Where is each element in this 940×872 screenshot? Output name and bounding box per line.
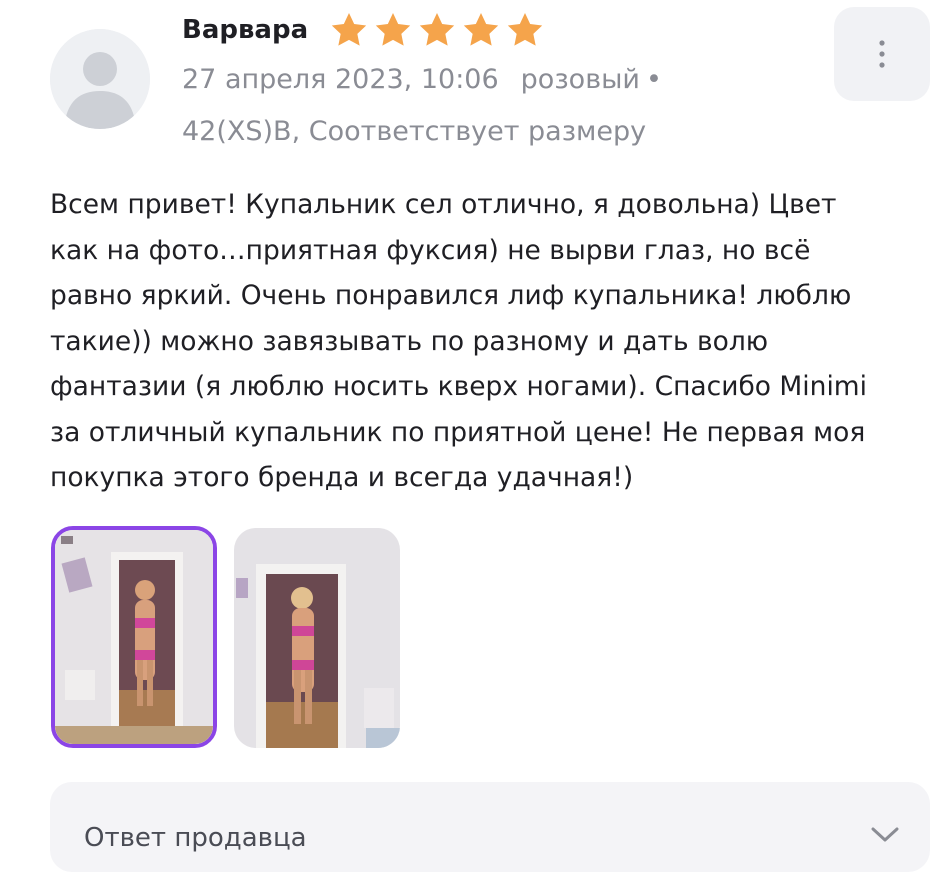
product-color: розовый — [520, 64, 640, 95]
more-vertical-icon — [879, 40, 885, 68]
seller-answer-panel[interactable]: Ответ продавца — [50, 782, 930, 872]
review-text-line: как на фото…приятная фуксия) не вырви гл… — [50, 234, 811, 266]
review-author: Варвара — [182, 15, 309, 45]
review-text-line: покупка этого бренда и всегда удачная!) — [50, 462, 634, 493]
review-meta: 27 апреля 2023, 10:06 розовый • — [182, 62, 662, 98]
review-photo[interactable] — [234, 528, 400, 748]
star-icon — [331, 13, 367, 46]
chevron-down-icon — [871, 827, 899, 842]
review-text: Всем привет! Купальник сел отлично, я до… — [50, 182, 930, 501]
mirror-selfie-photo — [55, 530, 213, 744]
separator-dot: • — [645, 64, 662, 95]
mirror-selfie-photo — [234, 528, 400, 748]
star-icon — [375, 13, 411, 46]
star-icon — [507, 13, 543, 46]
review-text-line: равно яркий. Очень понравился лиф купаль… — [50, 280, 852, 311]
rating-stars — [328, 10, 546, 50]
user-placeholder-icon — [50, 29, 150, 129]
review-text-line: такие)) можно завязывать по разному и да… — [50, 325, 769, 357]
product-size: 42(XS)B, Соответствует размеру — [182, 116, 647, 147]
review-date: 27 апреля 2023, 10:06 — [182, 64, 499, 95]
review-photo-selected[interactable] — [51, 526, 217, 748]
seller-answer-title: Ответ продавца — [84, 823, 307, 853]
review-text-line: Всем привет! Купальник сел отлично, я до… — [50, 189, 837, 220]
star-icon — [419, 13, 455, 46]
more-options-button[interactable] — [834, 7, 930, 101]
avatar — [50, 29, 150, 129]
review-card: Варвара 27 апреля 2023, 10:06 розовый • 42… — [0, 0, 940, 872]
star-icon — [463, 13, 499, 46]
review-text-line: за отличный купальник по приятной цене! … — [50, 416, 866, 448]
review-text-line: фантазии (я люблю носить кверх ногами). … — [50, 371, 867, 402]
